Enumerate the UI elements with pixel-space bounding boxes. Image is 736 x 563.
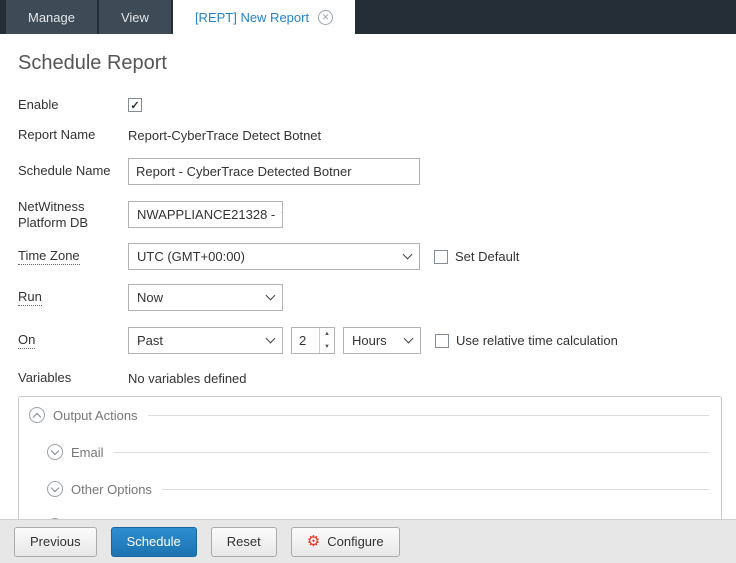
output-actions-panel: Output Actions Email Other Options Dynam… (18, 396, 722, 519)
on-range-select[interactable]: Past (128, 327, 283, 354)
relative-time-label: Use relative time calculation (456, 333, 618, 348)
run-label: Run (18, 289, 42, 306)
run-row: Run Now (18, 284, 722, 311)
on-range-value: Past (137, 333, 163, 348)
schedule-button[interactable]: Schedule (111, 527, 197, 557)
variables-label: Variables (18, 370, 128, 386)
report-name-row: Report Name Report-CyberTrace Detect Bot… (18, 127, 722, 143)
chevron-down-icon (404, 334, 414, 344)
chevron-down-icon (403, 250, 413, 260)
divider (114, 452, 709, 453)
on-unit-value: Hours (352, 333, 387, 348)
chevron-down-icon (51, 484, 59, 492)
time-zone-value: UTC (GMT+00:00) (137, 249, 245, 264)
collapse-circle-icon[interactable] (29, 407, 45, 423)
reset-button-label: Reset (227, 534, 261, 549)
variables-row: Variables No variables defined (18, 370, 722, 386)
report-name-value: Report-CyberTrace Detect Botnet (128, 128, 321, 143)
output-actions-header[interactable]: Output Actions (29, 407, 709, 423)
other-options-header[interactable]: Other Options (47, 481, 709, 497)
on-unit-select[interactable]: Hours (343, 327, 421, 354)
divider (148, 415, 709, 416)
tab-bar: Manage View [REPT] New Report ✕ (0, 0, 736, 34)
set-default-label: Set Default (455, 249, 519, 264)
enable-row: Enable ✓ (18, 97, 722, 113)
tab-new-report[interactable]: [REPT] New Report ✕ (173, 0, 355, 34)
previous-button-label: Previous (30, 534, 81, 549)
stepper-up-icon[interactable]: ▲ (320, 328, 334, 341)
stepper-down-icon[interactable]: ▼ (320, 341, 334, 354)
on-label: On (18, 332, 35, 349)
output-actions-label: Output Actions (53, 408, 138, 423)
tab-view-label: View (121, 10, 149, 25)
on-count-stepper[interactable]: 2 ▲ ▼ (291, 327, 335, 354)
enable-checkbox[interactable]: ✓ (128, 98, 142, 112)
divider (162, 489, 709, 490)
expand-circle-icon[interactable] (47, 481, 63, 497)
variables-value: No variables defined (128, 371, 247, 386)
run-select[interactable]: Now (128, 284, 283, 311)
chevron-up-icon (33, 413, 41, 421)
email-header[interactable]: Email (47, 444, 709, 460)
schedule-name-label: Schedule Name (18, 163, 128, 179)
platform-db-value: NWAPPLIANCE21328 - (137, 207, 275, 222)
tab-manage-label: Manage (28, 10, 75, 25)
tab-view[interactable]: View (99, 0, 171, 34)
time-zone-select[interactable]: UTC (GMT+00:00) (128, 243, 420, 270)
on-row: On Past 2 ▲ ▼ Hours Use relative time ca… (18, 327, 722, 354)
run-value: Now (137, 290, 163, 305)
platform-db-select[interactable]: NWAPPLIANCE21328 - (128, 201, 283, 228)
close-tab-icon[interactable]: ✕ (318, 10, 333, 25)
chevron-down-icon (266, 291, 276, 301)
schedule-report-panel: Schedule Report Enable ✓ Report Name Rep… (0, 34, 736, 519)
enable-label: Enable (18, 97, 128, 113)
configure-button[interactable]: ⚙ Configure (291, 527, 400, 557)
tab-new-report-label: [REPT] New Report (195, 10, 309, 25)
on-count-value: 2 (292, 328, 319, 353)
expand-circle-icon[interactable] (47, 444, 63, 460)
other-options-label: Other Options (71, 482, 152, 497)
chevron-down-icon (282, 208, 283, 218)
schedule-button-label: Schedule (127, 534, 181, 549)
set-default-checkbox[interactable] (434, 250, 448, 264)
time-zone-label: Time Zone (18, 248, 80, 265)
configure-button-label: Configure (327, 534, 383, 549)
platform-db-row: NetWitness Platform DB NWAPPLIANCE21328 … (18, 199, 722, 232)
chevron-down-icon (266, 334, 276, 344)
tab-manage[interactable]: Manage (6, 0, 97, 34)
gear-icon: ⚙ (307, 534, 320, 549)
previous-button[interactable]: Previous (14, 527, 97, 557)
page-title: Schedule Report (18, 52, 722, 75)
email-label: Email (71, 445, 104, 460)
schedule-name-row: Schedule Name (18, 158, 722, 185)
footer-toolbar: Previous Schedule Reset ⚙ Configure (0, 519, 736, 563)
chevron-down-icon (51, 447, 59, 455)
relative-time-checkbox[interactable] (435, 334, 449, 348)
platform-db-label: NetWitness Platform DB (18, 199, 128, 232)
report-name-label: Report Name (18, 127, 128, 143)
reset-button[interactable]: Reset (211, 527, 277, 557)
schedule-name-input[interactable] (128, 158, 420, 185)
time-zone-row: Time Zone UTC (GMT+00:00) Set Default (18, 243, 722, 270)
